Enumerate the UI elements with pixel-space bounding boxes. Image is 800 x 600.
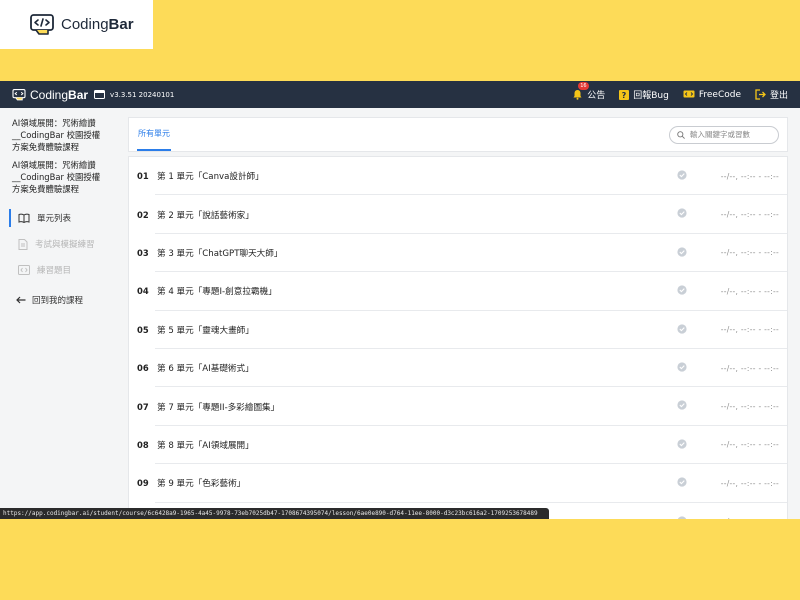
sidebar-item-exams[interactable]: 考試與模擬練習 — [0, 231, 115, 257]
topbar-brand-name: CodingBar — [30, 87, 89, 102]
unit-number: 07 — [137, 401, 149, 412]
search-icon — [677, 130, 685, 139]
unit-name: 第 4 單元「專題I-創意拉霸機」 — [157, 287, 277, 298]
check-circle-icon — [677, 285, 687, 295]
logout-button[interactable]: 登出 — [755, 88, 788, 101]
book-icon — [18, 213, 30, 223]
unit-number: 03 — [137, 247, 149, 258]
unit-name: 第 6 單元「AI基礎術式」 — [157, 364, 254, 375]
unit-number: 08 — [137, 439, 149, 450]
code-window-icon — [30, 13, 54, 35]
course-title: AI領域展開：咒術繪讚__CodingBar 校園授權方案免費體驗課程 — [12, 118, 101, 152]
app-window: CodingBar v3.3.51 20240101 16 公告 ? 回報Bug… — [0, 81, 800, 519]
bell-icon — [573, 90, 582, 100]
unit-time: --/--, --:-- - --:-- — [720, 440, 779, 450]
main-content: 所有單元 輸入關鍵字或習數 01 第 1 單元「Canva設計師」 --/--,… — [128, 117, 788, 519]
unit-name: 第 2 單元「說話藝術家」 — [157, 210, 254, 221]
announcement-label: 公告 — [587, 91, 606, 101]
unit-name: 第 8 單元「AI領域展開」 — [157, 440, 254, 451]
unit-row[interactable]: 05 第 5 單元「靈魂大畫師」 --/--, --:-- - --:-- — [129, 311, 787, 350]
sidebar: AI領域展開：咒術繪讚__CodingBar 校園授權方案免費體驗課程 AI領域… — [0, 108, 115, 519]
sidebar-item-units[interactable]: 單元列表 — [0, 205, 115, 231]
check-circle-icon — [677, 247, 687, 257]
unit-name: 第 5 單元「靈魂大畫師」 — [157, 325, 254, 336]
code-icon — [18, 265, 30, 275]
codingbar-logo: CodingBar — [0, 0, 153, 49]
report-bug-label: 回報Bug — [633, 91, 669, 101]
version-label: v3.3.51 20240101 — [110, 90, 175, 99]
check-circle-icon — [677, 208, 687, 218]
topbar-logo[interactable]: CodingBar — [12, 88, 88, 102]
tab-all-units[interactable]: 所有單元 — [137, 118, 171, 151]
check-circle-icon — [677, 170, 687, 180]
search-input[interactable]: 輸入關鍵字或習數 — [669, 125, 779, 144]
unit-time: --/--, --:-- - --:-- — [720, 478, 779, 488]
report-bug-button[interactable]: ? 回報Bug — [619, 88, 669, 101]
unit-number: 09 — [137, 478, 149, 489]
unit-number: 01 — [137, 171, 149, 182]
unit-time: --/--, --:-- - --:-- — [720, 286, 779, 296]
unit-name: 第 3 單元「ChatGPT聊天大師」 — [157, 248, 283, 259]
freecode-button[interactable]: FreeCode — [683, 90, 741, 100]
check-circle-icon — [677, 439, 687, 449]
document-icon — [18, 238, 28, 250]
unit-name: 第 9 單元「色彩藝術」 — [157, 479, 246, 490]
back-label: 回到我的課程 — [32, 296, 84, 306]
unit-time: --/--, --:-- - --:-- — [720, 210, 779, 220]
sidebar-item-practice[interactable]: 練習題目 — [0, 257, 115, 283]
unit-name: 第 7 單元「專題II-多彩繪圖集」 — [157, 402, 280, 413]
unit-row[interactable]: 04 第 4 單元「專題I-創意拉霸機」 --/--, --:-- - --:-… — [129, 272, 787, 311]
question-icon: ? — [619, 89, 630, 100]
arrow-left-icon — [16, 296, 26, 304]
unit-number: 05 — [137, 324, 149, 335]
back-to-courses-link[interactable]: 回到我的課程 — [0, 294, 115, 306]
sidebar-nav: 單元列表 考試與模擬練習 練習題目 — [0, 205, 115, 283]
link-status-bar: https://app.codingbar.ai/student/course/… — [0, 508, 549, 519]
unit-name: 第 1 單元「Canva設計師」 — [157, 172, 264, 183]
unit-number: 04 — [137, 286, 149, 297]
check-circle-icon — [677, 400, 687, 410]
sidebar-item-label: 練習題目 — [37, 266, 72, 276]
tabs-bar: 所有單元 輸入關鍵字或習數 — [128, 117, 788, 152]
unit-time: --/--, --:-- - --:-- — [720, 402, 779, 412]
unit-time: --/--, --:-- - --:-- — [720, 363, 779, 373]
course-title-secondary: AI領域展開：咒術繪讚__CodingBar 校園授權方案免費體驗課程 — [12, 160, 101, 194]
unit-number: 06 — [137, 363, 149, 374]
announcement-button[interactable]: 16 公告 — [572, 82, 606, 101]
unit-time: --/--, --:-- - --:-- — [721, 517, 779, 519]
check-circle-icon — [677, 515, 687, 519]
search-placeholder: 輸入關鍵字或習數 — [690, 130, 750, 139]
sidebar-item-label: 考試與模擬練習 — [35, 240, 95, 250]
unit-time: --/--, --:-- - --:-- — [720, 325, 779, 335]
svg-text:?: ? — [622, 91, 627, 100]
logout-icon — [755, 89, 766, 100]
brand-name: CodingBar — [61, 16, 134, 33]
unit-time: --/--, --:-- - --:-- — [720, 171, 779, 181]
unit-row[interactable]: 07 第 7 單元「專題II-多彩繪圖集」 --/--, --:-- - --:… — [129, 387, 787, 427]
code-window-icon — [683, 90, 695, 97]
freecode-label: FreeCode — [698, 89, 741, 100]
unit-row[interactable]: 02 第 2 單元「說話藝術家」 --/--, --:-- - --:-- — [129, 195, 787, 235]
check-circle-icon — [677, 323, 687, 334]
unit-row[interactable]: 06 第 6 單元「AI基礎術式」 --/--, --:-- - --:-- — [129, 349, 787, 388]
unit-row[interactable]: 01 第 1 單元「Canva設計師」 --/--, --:-- - --:-- — [129, 157, 787, 196]
unit-number: 02 — [137, 209, 149, 220]
unit-row[interactable]: 08 第 8 單元「AI領域展開」 --/--, --:-- - --:-- — [129, 426, 787, 465]
check-circle-icon — [677, 362, 687, 372]
unit-row[interactable]: 03 第 3 單元「ChatGPT聊天大師」 --/--, --:-- - --… — [129, 234, 787, 273]
check-circle-icon — [677, 477, 687, 487]
unit-list: 01 第 1 單元「Canva設計師」 --/--, --:-- - --:--… — [128, 156, 788, 519]
top-navbar: CodingBar v3.3.51 20240101 16 公告 ? 回報Bug… — [0, 81, 800, 108]
version-info: v3.3.51 20240101 — [94, 90, 174, 99]
code-window-icon — [12, 88, 26, 100]
unit-row[interactable]: 09 第 9 單元「色彩藝術」 --/--, --:-- - --:-- — [129, 464, 787, 503]
notification-badge: 16 — [578, 82, 589, 90]
window-icon — [94, 90, 106, 99]
logout-label: 登出 — [769, 91, 788, 101]
sidebar-item-label: 單元列表 — [37, 214, 72, 224]
unit-time: --/--, --:-- - --:-- — [720, 248, 779, 258]
